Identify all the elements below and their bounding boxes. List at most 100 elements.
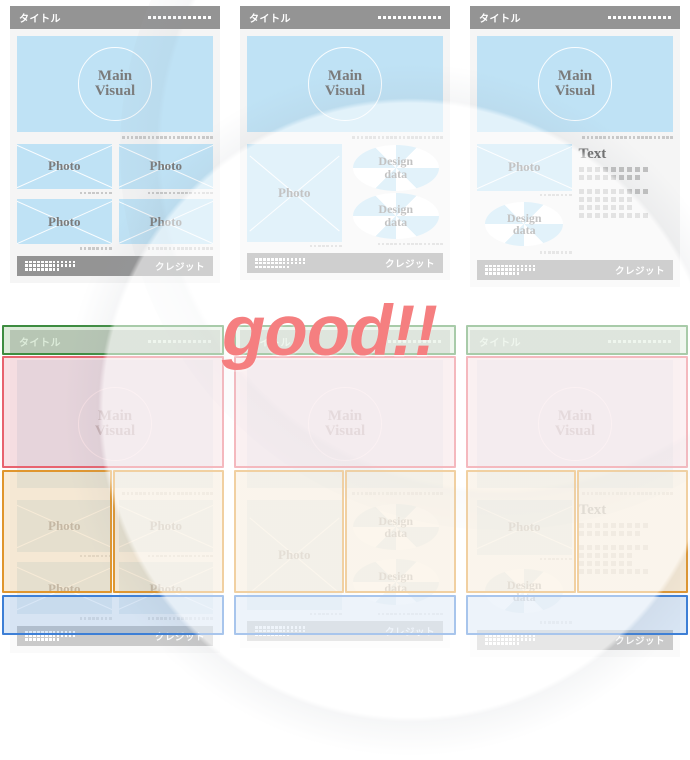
design-data-label: Design data <box>378 155 413 179</box>
content-body: Photo Design data Design data <box>240 139 450 248</box>
credit-bar: クレジット <box>477 259 673 280</box>
design-data-label: Design data <box>378 203 413 227</box>
main-visual: Main Visual <box>477 36 673 132</box>
region-credit[interactable] <box>466 595 688 635</box>
credit-dot-text <box>485 264 536 276</box>
photo-caption <box>17 189 112 195</box>
data-caption <box>477 248 572 254</box>
region-media-left[interactable] <box>466 470 576 593</box>
credit-label: クレジット <box>614 265 665 277</box>
page-title: タイトル <box>19 14 61 25</box>
photo-caption <box>17 244 112 250</box>
main-visual-line-2: Visual <box>324 83 366 99</box>
main-visual-wrapper: Main Visual <box>10 29 220 132</box>
main-visual-label: Main Visual <box>324 68 366 100</box>
region-text-right[interactable] <box>577 470 688 593</box>
text-line <box>578 167 674 173</box>
main-visual-caption <box>10 132 220 139</box>
header-bar: タイトル <box>470 6 680 29</box>
region-main-visual[interactable] <box>466 356 688 468</box>
annotated-layout-cell-3: タイトル Main Visual Photo Design data Text … <box>460 318 690 657</box>
text-line <box>578 205 674 211</box>
photo-row-2: Photo Photo <box>17 199 213 250</box>
header-dot-text <box>378 16 441 19</box>
media-text-row: Photo Design data Text <box>477 143 674 254</box>
region-credit[interactable] <box>2 595 224 635</box>
text-line <box>578 175 674 181</box>
design-line-2: data <box>512 223 536 238</box>
text-line <box>578 197 674 203</box>
good-annotation: good!! <box>222 292 438 371</box>
data-cell: Design data Design data <box>349 144 444 248</box>
photo-placeholder: Photo <box>477 143 572 191</box>
credit-bar: クレジット <box>247 253 443 274</box>
design-data-chart: Design data <box>477 200 572 248</box>
region-photos-left[interactable] <box>2 470 112 593</box>
credit-bar: クレジット <box>17 255 213 276</box>
layout-2: タイトル Main Visual Photo Design data Desig… <box>240 6 450 281</box>
photo-caption <box>119 244 213 250</box>
photo-label: Photo <box>508 159 541 175</box>
credit-dot-text <box>255 257 306 269</box>
main-visual-wrapper: Main Visual <box>240 29 450 132</box>
main-visual-line-2: Visual <box>554 83 596 99</box>
text-line <box>578 213 674 219</box>
region-main-visual[interactable] <box>2 356 224 468</box>
design-data-label: Design data <box>507 212 542 236</box>
photo-cell-2: Photo <box>118 143 213 195</box>
photo-label: Photo <box>48 214 81 230</box>
photo-caption <box>477 191 572 197</box>
content-body: Photo Design data Text <box>470 139 680 254</box>
main-visual-label: Main Visual <box>554 68 596 100</box>
design-line-2: data <box>384 166 408 181</box>
region-title[interactable] <box>2 325 224 355</box>
layout-cell-2: タイトル Main Visual Photo Design data Desig… <box>230 0 460 318</box>
photo-placeholder: Photo <box>247 143 342 242</box>
main-visual-label: Main Visual <box>94 67 136 100</box>
main-visual-caption <box>470 132 680 139</box>
photo-label: Photo <box>278 184 311 200</box>
main-visual-circle: Main Visual <box>78 47 152 121</box>
photo-placeholder: Photo <box>118 143 213 189</box>
credit-dot-text <box>485 634 536 646</box>
main-visual-line-1: Main <box>97 67 133 84</box>
layout-cell-1: タイトル Main Visual Photo Photo Photo Photo… <box>0 0 230 318</box>
photo-placeholder: Photo <box>17 199 112 245</box>
layout-3: タイトル Main Visual Photo Design data Text … <box>470 6 680 287</box>
photo-row-1: Photo Photo <box>17 143 213 195</box>
annotated-layout-cell-1: タイトル Main Visual Photo Photo Photo Photo… <box>0 318 230 653</box>
photo-cell-3: Photo <box>17 199 112 250</box>
media-cell: Photo Design data <box>477 143 572 254</box>
region-photos-right[interactable] <box>113 470 224 593</box>
photo-cell-1: Photo <box>17 143 112 195</box>
content-body: Photo Photo Photo Photo <box>10 139 220 250</box>
layout-cell-3: タイトル Main Visual Photo Design data Text … <box>460 0 690 318</box>
photo-label: Photo <box>149 214 183 230</box>
main-visual-caption <box>240 132 450 139</box>
data-caption <box>349 240 443 246</box>
layout-1: タイトル Main Visual Photo Photo Photo Photo… <box>10 6 220 283</box>
header-bar: タイトル <box>240 6 450 29</box>
header-dot-text <box>608 16 671 19</box>
region-credit[interactable] <box>234 595 456 635</box>
region-main-visual[interactable] <box>234 356 456 468</box>
text-line <box>578 189 674 195</box>
region-photo-left[interactable] <box>234 470 344 593</box>
text-heading: Text <box>578 145 607 162</box>
header-dot-text <box>148 16 211 19</box>
region-title[interactable] <box>466 325 688 355</box>
design-data-chart: Design data <box>349 144 444 192</box>
region-data-right[interactable] <box>345 470 456 593</box>
header-bar: タイトル <box>10 6 220 29</box>
page-title: タイトル <box>249 14 291 25</box>
photo-placeholder: Photo <box>17 143 112 189</box>
main-visual-circle: Main Visual <box>538 47 612 121</box>
credit-label: クレジット <box>384 259 435 271</box>
photo-label: Photo <box>149 158 183 174</box>
photo-cell-4: Photo <box>118 199 213 250</box>
text-cell: Text <box>578 144 674 254</box>
credit-label: クレジット <box>154 261 205 273</box>
photo-caption <box>119 189 213 195</box>
main-visual-line-2: Visual <box>94 83 136 99</box>
photo-placeholder: Photo <box>118 199 213 245</box>
